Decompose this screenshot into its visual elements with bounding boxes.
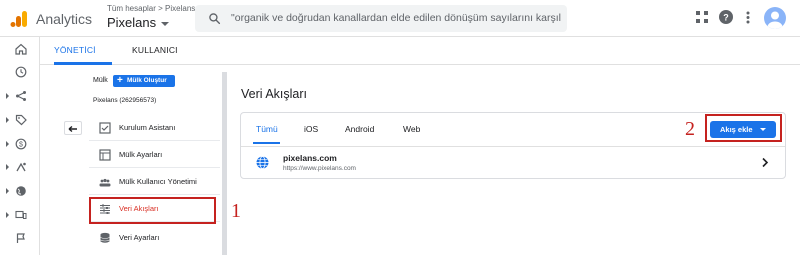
create-property-button[interactable]: + Mülk Oluştur	[113, 75, 175, 87]
menu-item-label: Mülk Ayarları	[119, 150, 163, 159]
menu-item-property-settings[interactable]: Mülk Ayarları	[89, 142, 220, 168]
svg-text:?: ?	[723, 13, 729, 23]
admin-tab-bar: YÖNETİCİ KULLANICI	[40, 37, 800, 65]
menu-item-label: Mülk Kullanıcı Yönetimi	[119, 177, 197, 186]
plus-icon: +	[117, 75, 123, 86]
expand-arrow-icon[interactable]	[6, 141, 9, 147]
svg-text:$: $	[19, 142, 23, 149]
property-name[interactable]: Pixelans	[107, 15, 195, 30]
avatar-person-icon	[767, 11, 783, 29]
apps-grid-icon[interactable]	[696, 11, 708, 23]
page-title: Veri Akışları	[241, 87, 307, 101]
tag-icon[interactable]	[15, 114, 27, 126]
explore-icon[interactable]	[15, 90, 27, 102]
stream-url: https://www.pixelans.com	[283, 165, 356, 172]
globe-icon[interactable]	[15, 185, 27, 197]
chevron-right-icon[interactable]	[761, 157, 769, 168]
database-icon	[100, 232, 110, 243]
arrow-back-icon	[68, 125, 77, 133]
column-divider	[222, 72, 227, 255]
checkbox-icon	[99, 122, 111, 134]
expand-arrow-icon[interactable]	[6, 117, 9, 123]
annotation-step-1: 1	[231, 200, 241, 222]
home-icon[interactable]	[15, 43, 27, 55]
globe-icon	[256, 156, 269, 169]
avatar[interactable]	[764, 7, 786, 29]
active-tab-indicator	[54, 62, 112, 65]
search-query-text: "organik ve doğrudan kanallardan elde ed…	[231, 12, 561, 24]
clock-icon[interactable]	[15, 66, 27, 78]
search-input[interactable]: "organik ve doğrudan kanallardan elde ed…	[195, 5, 567, 32]
create-property-label: Mülk Oluştur	[127, 77, 167, 84]
expand-arrow-icon[interactable]	[6, 93, 9, 99]
annotation-highlight-add-stream	[705, 114, 782, 142]
menu-item-setup-assistant[interactable]: Kurulum Asistanı	[89, 115, 220, 141]
tab-web[interactable]: Web	[403, 124, 420, 134]
property-admin-column: Mülk + Mülk Oluştur Pixelans (262956573) …	[60, 72, 222, 255]
back-button[interactable]	[64, 121, 82, 135]
help-icon[interactable]: ?	[719, 10, 733, 24]
annotation-step-2: 2	[685, 118, 695, 140]
search-icon	[209, 13, 221, 25]
stream-name: pixelans.com	[283, 153, 337, 163]
tab-admin[interactable]: YÖNETİCİ	[54, 45, 96, 55]
expand-arrow-icon[interactable]	[6, 212, 9, 218]
left-nav-rail: $	[0, 37, 40, 255]
users-icon	[99, 178, 111, 187]
expand-arrow-icon[interactable]	[6, 164, 9, 170]
breadcrumb[interactable]: Tüm hesaplar > Pixelans	[107, 4, 195, 13]
analytics-logo-icon[interactable]	[10, 10, 28, 28]
more-vert-icon[interactable]	[746, 11, 750, 24]
account-selector[interactable]: Tüm hesaplar > Pixelans Pixelans	[107, 4, 195, 30]
menu-item-user-management[interactable]: Mülk Kullanıcı Yönetimi	[89, 169, 220, 195]
active-tab-indicator	[253, 142, 280, 144]
tab-all[interactable]: Tümü	[256, 124, 278, 134]
tab-android[interactable]: Android	[345, 124, 374, 134]
expand-arrow-icon[interactable]	[6, 188, 9, 194]
caret-down-icon	[161, 21, 170, 26]
top-app-bar: Analytics Tüm hesaplar > Pixelans Pixela…	[0, 0, 800, 37]
menu-item-label: Kurulum Asistanı	[119, 123, 176, 132]
menu-item-label: Veri Ayarları	[119, 233, 160, 242]
property-column-label: Mülk	[93, 77, 108, 84]
property-selector[interactable]: Pixelans (262956573)	[93, 97, 156, 104]
property-settings-icon	[99, 149, 111, 161]
list-item[interactable]: pixelans.com https://www.pixelans.com	[241, 147, 785, 179]
monetization-icon[interactable]: $	[15, 138, 27, 150]
annotation-highlight-data-streams	[89, 197, 216, 224]
retention-icon[interactable]	[15, 161, 27, 173]
tab-ios[interactable]: iOS	[304, 124, 318, 134]
tab-user[interactable]: KULLANICI	[132, 45, 178, 55]
menu-item-data-settings[interactable]: Veri Ayarları	[89, 225, 220, 251]
app-name: Analytics	[36, 11, 93, 27]
flag-icon[interactable]	[15, 232, 27, 244]
property-name-text: Pixelans	[107, 15, 157, 30]
devices-icon[interactable]	[15, 209, 27, 221]
